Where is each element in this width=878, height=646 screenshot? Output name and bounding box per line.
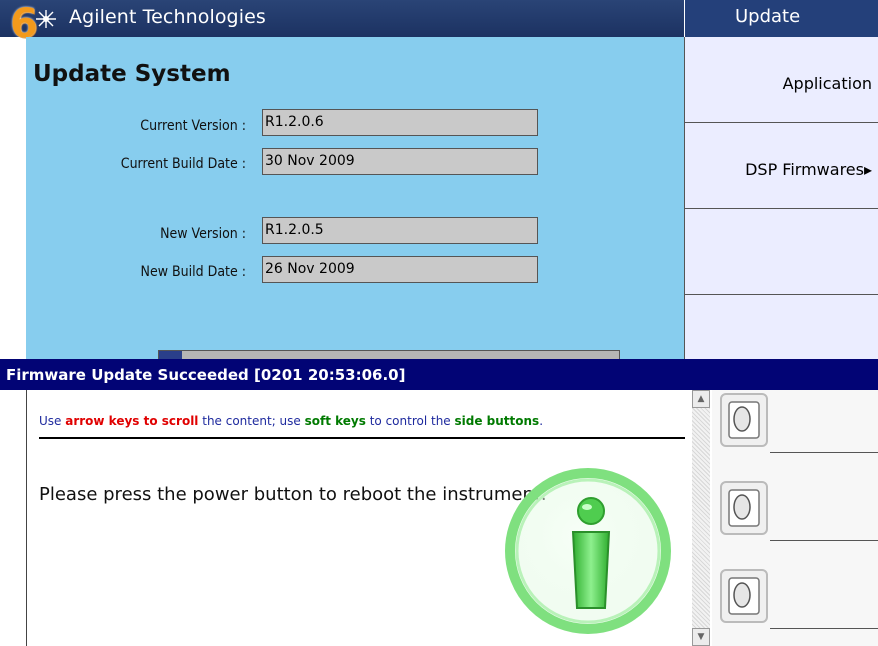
hint-text-4: . [539, 414, 544, 428]
dialog-content: Use arrow keys to scroll the content; us… [26, 390, 691, 646]
side-button-line [770, 452, 878, 453]
new-version-field: R1.2.0.5 [262, 217, 538, 244]
side-button-icon[interactable] [720, 566, 768, 626]
softkey-application[interactable]: Application [684, 37, 878, 123]
hint-arrow-keys: arrow keys to scroll [65, 414, 199, 428]
current-build-date-label: Current Build Date : [120, 156, 246, 172]
side-button-line [770, 540, 878, 541]
softkey-dsp-firmwares[interactable]: DSP Firmwares▸ [684, 123, 878, 209]
scroll-down-arrow-icon[interactable]: ▼ [692, 628, 710, 646]
hint-divider [39, 437, 685, 439]
app-title: Agilent Technologies [69, 6, 266, 28]
title-bar: Agilent Technologies [0, 0, 684, 37]
dialog-title: Firmware Update Succeeded [0201 20:53:06… [0, 359, 878, 390]
side-button-icon[interactable] [720, 390, 768, 450]
hint-text-1: Use [39, 414, 66, 428]
info-icon [505, 468, 671, 634]
firmware-update-dialog: Firmware Update Succeeded [0201 20:53:06… [0, 359, 878, 646]
scroll-up-arrow-icon[interactable]: ▲ [692, 390, 710, 408]
new-version-label: New Version : [160, 226, 246, 242]
current-version-field: R1.2.0.6 [262, 109, 538, 136]
side-button-icon[interactable] [720, 478, 768, 538]
current-version-label: Current Version : [140, 118, 246, 134]
reboot-message: Please press the power button to reboot … [39, 484, 547, 505]
side-button-line [770, 628, 878, 629]
new-build-date-field: 26 Nov 2009 [262, 256, 538, 283]
hint-text-3: to control the [365, 414, 455, 428]
new-build-date-label: New Build Date : [140, 264, 246, 280]
hint-soft-keys: soft keys [304, 414, 366, 428]
hint-text-2: the content; use [198, 414, 305, 428]
page-title: Update System [33, 61, 231, 87]
softkey-3[interactable] [684, 209, 878, 295]
dialog-scrollbar[interactable]: ▲ ▼ [692, 390, 710, 646]
hint-side-buttons: side buttons [454, 414, 540, 428]
update-system-panel: Update System Current Version : R1.2.0.6… [26, 37, 684, 362]
current-build-date-field: 30 Nov 2009 [262, 148, 538, 175]
side-buttons-panel [712, 390, 878, 646]
softkey-menu-title: Update [684, 0, 878, 37]
navigation-hint: Use arrow keys to scroll the content; us… [39, 414, 543, 428]
